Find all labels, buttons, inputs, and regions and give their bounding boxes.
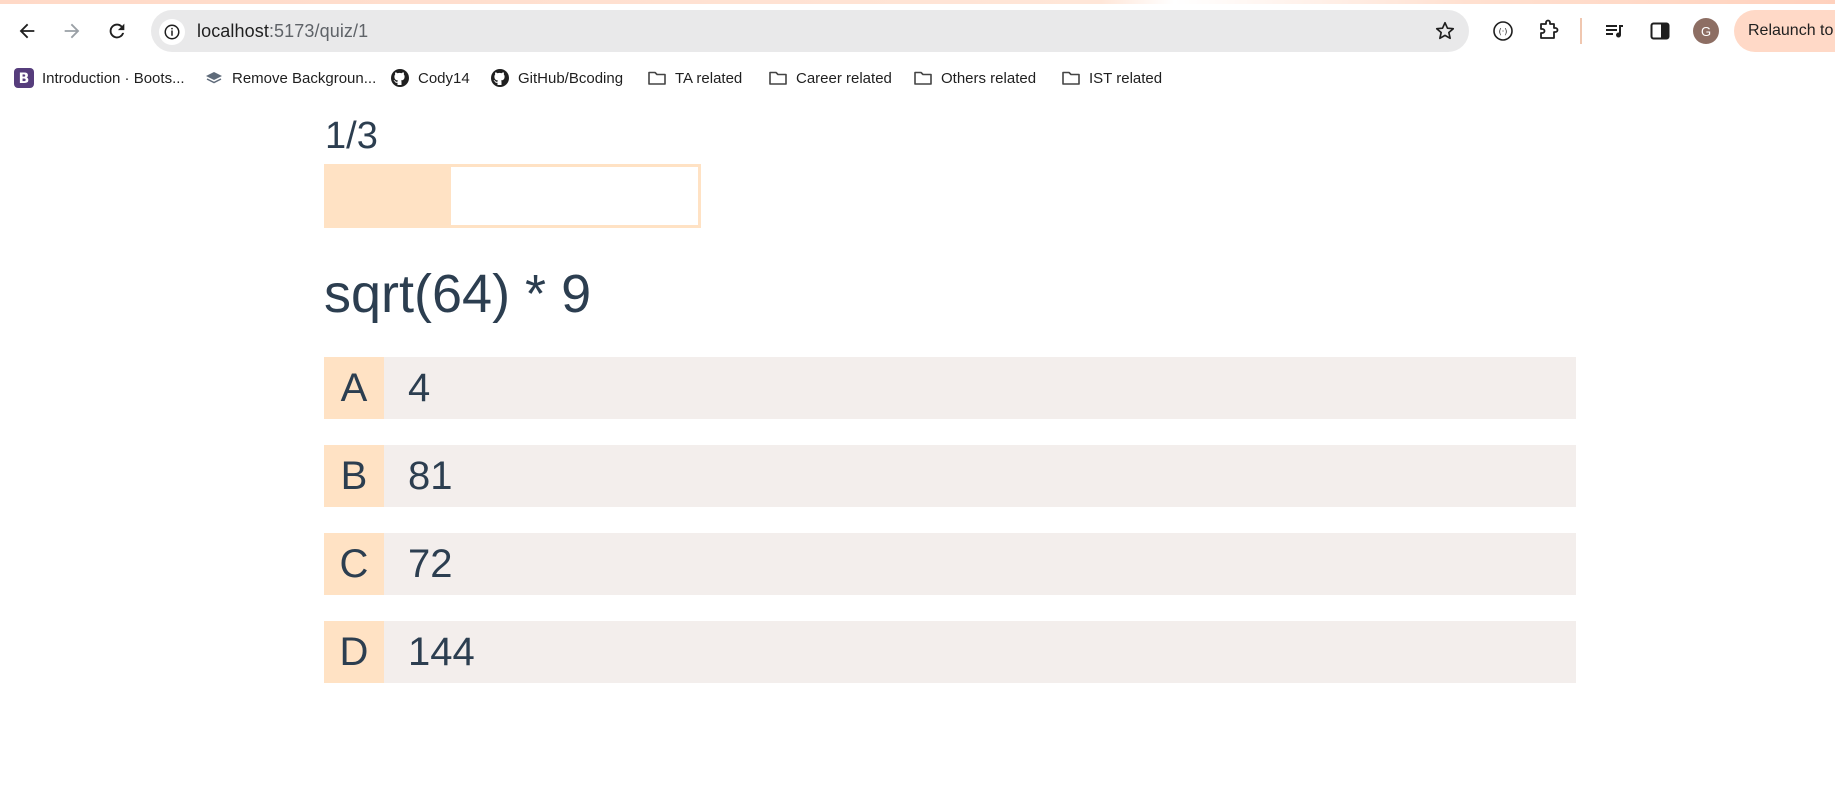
reload-icon — [109, 23, 125, 39]
folder-icon — [647, 68, 667, 88]
progress-bar — [324, 164, 701, 228]
forward-button[interactable] — [54, 13, 90, 49]
github-icon — [390, 68, 410, 88]
folder-icon — [768, 68, 788, 88]
folder-icon — [913, 68, 933, 88]
option-value: 72 — [408, 541, 453, 586]
back-button[interactable] — [9, 13, 45, 49]
bookmark-folder-others-related[interactable]: Others related — [913, 66, 1036, 90]
address-bar[interactable]: localhost:5173/quiz/1 — [151, 10, 1469, 52]
bookmark-item-bootstrap[interactable]: B Introduction · Boots... — [14, 66, 185, 90]
answer-option-d[interactable]: D 144 — [324, 621, 1576, 683]
url-text: localhost:5173/quiz/1 — [197, 21, 368, 42]
svg-text:(·): (·) — [1499, 27, 1508, 36]
bookmark-label: Cody14 — [418, 69, 470, 87]
answer-option-b[interactable]: B 81 — [324, 445, 1576, 507]
answer-option-a[interactable]: A 4 — [324, 357, 1576, 419]
question-text: sqrt(64) * 9 — [324, 264, 592, 324]
bootstrap-icon: B — [14, 68, 34, 88]
option-letter: B — [324, 445, 384, 507]
progress-bar-fill — [327, 167, 451, 225]
bookmark-label: IST related — [1089, 69, 1163, 87]
bookmark-label: TA related — [675, 69, 743, 87]
svg-text:B: B — [19, 71, 30, 87]
bookmark-item-github-bcoding[interactable]: GitHub/Bcoding — [490, 66, 623, 90]
media-controls-icon[interactable] — [1601, 17, 1629, 45]
answer-option-c[interactable]: C 72 — [324, 533, 1576, 595]
extensions-icon[interactable] — [1534, 17, 1562, 45]
bookmark-label: Introduction · Boots... — [42, 69, 185, 87]
bookmark-label: Others related — [941, 69, 1037, 87]
option-value: 4 — [408, 365, 431, 410]
progress-counter: 1/3 — [325, 115, 378, 157]
bookmark-star-icon[interactable] — [1433, 19, 1457, 43]
extension-puzzle-outline-icon[interactable]: (·) — [1489, 17, 1517, 45]
option-letter: D — [324, 621, 384, 683]
url-host: localhost — [197, 21, 269, 41]
option-value: 81 — [408, 453, 453, 498]
bookmark-label: GitHub/Bcoding — [518, 69, 624, 87]
site-info-icon[interactable] — [159, 19, 185, 45]
bookmark-item-remove-background[interactable]: Remove Backgroun... — [204, 66, 376, 90]
bookmark-label: Career related — [796, 69, 892, 87]
layers-icon — [204, 68, 224, 88]
answer-options: A 4 B 81 C 72 D 144 — [324, 357, 1576, 709]
option-letter: A — [324, 357, 384, 419]
bookmark-folder-ta-related[interactable]: TA related — [647, 66, 742, 90]
github-icon — [490, 68, 510, 88]
option-letter: C — [324, 533, 384, 595]
url-path: :5173/quiz/1 — [268, 21, 369, 41]
bookmark-folder-career-related[interactable]: Career related — [768, 66, 892, 90]
back-arrow-icon — [19, 23, 35, 39]
relaunch-button[interactable]: Relaunch to u — [1734, 10, 1835, 52]
bookmark-item-cody14[interactable]: Cody14 — [390, 66, 470, 90]
toolbar-divider — [1580, 18, 1582, 44]
forward-arrow-icon — [64, 23, 80, 39]
folder-icon — [1061, 68, 1081, 88]
bookmark-label: Remove Backgroun... — [232, 69, 377, 87]
bookmark-folder-ist-related[interactable]: IST related — [1061, 66, 1162, 90]
side-panel-icon[interactable] — [1646, 17, 1674, 45]
option-value: 144 — [408, 629, 475, 674]
profile-avatar[interactable]: G — [1693, 18, 1719, 44]
reload-button[interactable] — [99, 13, 135, 49]
browser-toolbar: localhost:5173/quiz/1 (·) G Relaunch to … — [0, 0, 1835, 62]
